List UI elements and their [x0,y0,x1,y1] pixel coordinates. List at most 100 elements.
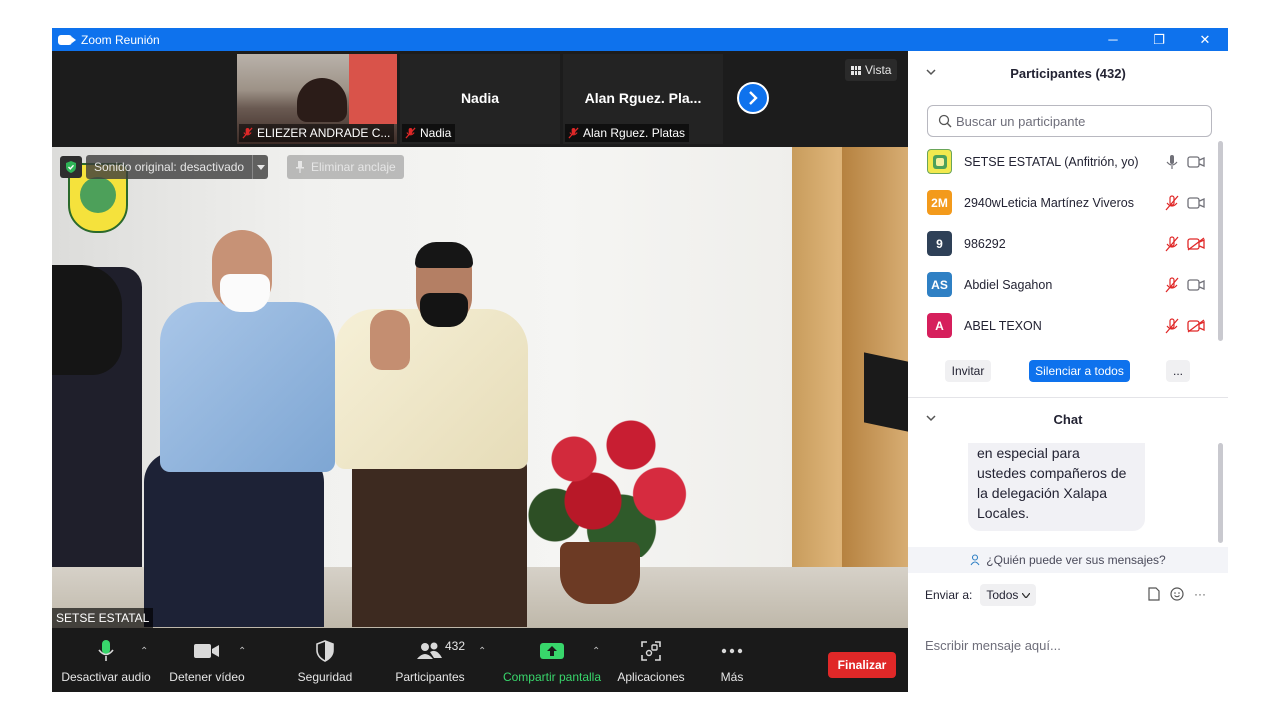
avatar [927,149,952,174]
title-bar: Zoom Reunión ─ ❐ ✕ [52,28,1228,51]
thumbnail-eliezer[interactable]: ELIEZER ANDRADE C... [237,54,397,144]
video-person-1 [160,302,335,472]
mic-muted-icon[interactable] [1164,276,1180,293]
original-sound-control: Sonido original: desactivado [60,155,269,179]
mute-all-button[interactable]: Silenciar a todos [1029,360,1130,382]
chat-scrollbar[interactable] [1218,443,1223,543]
video-off-icon[interactable] [1187,236,1205,251]
zoom-window: Zoom Reunión ─ ❐ ✕ ELIEZER ANDRADE C... … [52,28,1228,692]
participants-more-button[interactable]: ... [1166,360,1190,382]
participant-name: Abdiel Sagahon [964,277,1053,292]
microphone-icon [98,640,114,661]
avatar: 2M [927,190,952,215]
thumbnail-video-person [297,78,347,122]
video-person-2-hair [415,242,473,268]
view-button[interactable]: Vista [845,59,898,81]
original-sound-button[interactable]: Sonido original: desactivado [86,155,253,179]
more-button[interactable]: Más [712,628,752,692]
more-label: Más [720,670,744,684]
who-can-see-text: ¿Quién puede ver sus mensajes? [986,553,1166,567]
thumbnail-label: ELIEZER ANDRADE C... [239,124,395,142]
participants-icon [417,642,442,659]
video-off-icon[interactable] [1187,318,1205,333]
chat-message-line: Locales. [977,505,1030,521]
send-to-dropdown[interactable]: Todos [980,584,1037,606]
participant-search[interactable] [927,105,1212,137]
chat-message-line: la delegación Xalapa [977,485,1107,501]
thumbnail-alan[interactable]: Alan Rguez. Pla... Alan Rguez. Platas [563,54,723,144]
original-sound-dropdown[interactable] [252,155,269,179]
participant-row[interactable]: SETSE ESTATAL (Anfitrión, yo) [908,141,1218,182]
main-video[interactable]: Sonido original: desactivado Eliminar an… [52,147,908,628]
video-camera-icon[interactable] [1187,278,1205,292]
participant-name: ABEL TEXON [964,318,1042,333]
chat-header: Chat [908,397,1228,441]
chat-message-input[interactable] [925,638,1215,653]
apps-button[interactable]: Aplicaciones [615,628,687,692]
minimize-button[interactable]: ─ [1090,28,1136,51]
chat-message-line: en especial para [977,445,1080,461]
thumbnail-nadia[interactable]: Nadia Nadia [400,54,560,144]
file-icon[interactable] [1148,587,1160,601]
video-options-caret[interactable]: ⌃ [238,646,248,657]
unpin-button[interactable]: Eliminar anclaje [287,155,404,179]
participant-list-scrollbar[interactable] [1218,141,1223,341]
who-can-see-link[interactable]: ¿Quién puede ver sus mensajes? [908,547,1228,573]
security-button[interactable]: Seguridad [290,628,360,692]
video-camera-icon[interactable] [1187,196,1205,210]
end-meeting-button[interactable]: Finalizar [828,652,896,678]
video-poinsettia [517,417,707,557]
thumbnail-label: Nadia [402,124,456,142]
mic-muted-icon[interactable] [1164,317,1180,334]
search-input[interactable] [956,113,1196,129]
mic-muted-icon [242,127,253,139]
video-camera-icon[interactable] [1187,155,1205,169]
pin-icon [296,161,304,173]
chat-more-icon[interactable]: ··· [1194,587,1206,601]
invite-button[interactable]: Invitar [945,360,991,382]
search-icon [938,114,952,128]
video-person-2 [335,309,528,469]
participants-label: Participantes [395,670,465,684]
more-dots-icon [721,648,743,654]
restore-button[interactable]: ❐ [1136,28,1182,51]
avatar: 9 [927,231,952,256]
chevron-right-icon [749,91,758,105]
video-person-2-legs [352,447,527,627]
chat-message-bubble[interactable]: en especial para ustedes compañeros de l… [968,443,1145,531]
mute-audio-label: Desactivar audio [61,670,151,684]
participant-row[interactable]: AS Abdiel Sagahon [908,264,1218,305]
participants-count: 432 [445,639,466,653]
mute-audio-button[interactable]: Desactivar audio [61,628,151,692]
mic-muted-icon[interactable] [1164,194,1180,211]
participant-row[interactable]: 9 986292 [908,223,1218,264]
avatar: A [927,313,952,338]
share-screen-button[interactable]: Compartir pantalla [501,628,603,692]
grid-icon [851,65,861,75]
side-panel: Participantes (432) SETSE ESTATAL (Anfit… [908,51,1228,692]
chevron-down-icon [256,164,265,170]
emoji-icon[interactable] [1170,587,1184,601]
participants-button[interactable]: Participantes [390,628,470,692]
encryption-shield-icon[interactable] [60,156,82,178]
next-page-button[interactable] [737,82,769,114]
stop-video-button[interactable]: Detener vídeo [166,628,248,692]
participants-header: Participantes (432) [908,51,1228,95]
mic-muted-icon[interactable] [1164,235,1180,252]
participants-options-caret[interactable]: ⌃ [478,646,488,657]
chevron-down-icon[interactable] [926,67,936,77]
participant-row[interactable]: A ABEL TEXON [908,305,1218,346]
chevron-down-icon[interactable] [926,413,936,423]
close-button[interactable]: ✕ [1182,28,1228,51]
window-title: Zoom Reunión [81,32,160,47]
microphone-icon[interactable] [1164,154,1180,170]
thumbnail-label-text: Alan Rguez. Platas [583,126,686,140]
audio-options-caret[interactable]: ⌃ [140,646,150,657]
send-to-label: Enviar a: [925,588,973,602]
share-options-caret[interactable]: ⌃ [592,646,602,657]
video-area: ELIEZER ANDRADE C... Nadia Nadia Alan Rg… [52,51,908,692]
chat-title: Chat [1053,411,1083,427]
share-screen-label: Compartir pantalla [502,670,602,684]
participant-row[interactable]: 2M 2940wLeticia Martínez Viveros [908,182,1218,223]
security-label: Seguridad [297,670,353,684]
